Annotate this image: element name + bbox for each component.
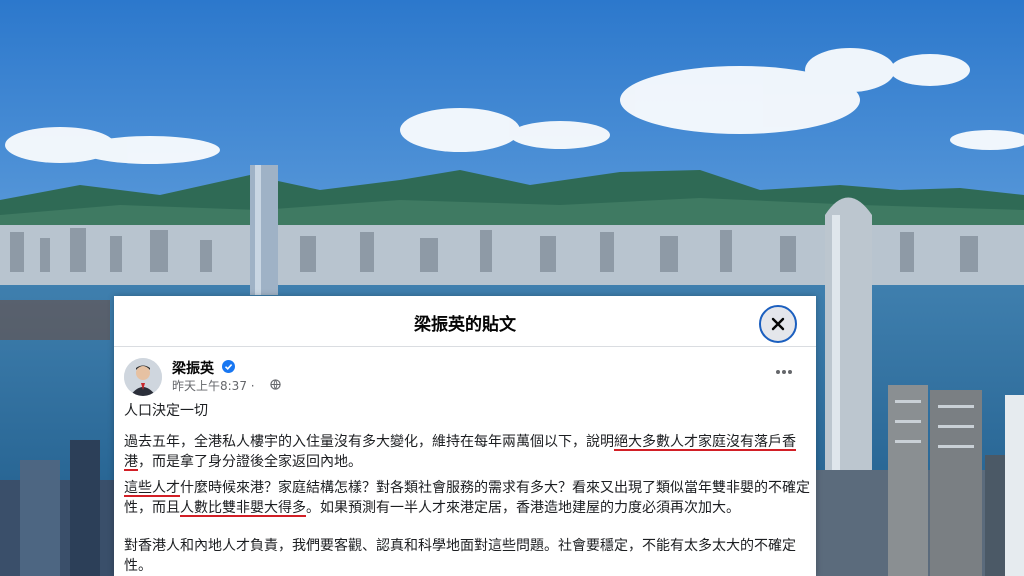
underlined-highlight: 這些人才 xyxy=(124,480,180,496)
paragraph-text: 。如果預測有一半人才來港定居，香港造地建屋的力度必須再次加大。 xyxy=(306,500,740,516)
author-name[interactable]: 梁振英 xyxy=(172,358,214,378)
underlined-highlight: 人數比雙非嬰大得多 xyxy=(180,500,306,516)
author-portrait xyxy=(124,358,162,396)
paragraph-text: 人口決定一切 xyxy=(124,403,208,419)
close-button[interactable] xyxy=(759,305,797,343)
post-paragraph-1: 人口決定一切 xyxy=(124,401,812,421)
avatar[interactable] xyxy=(124,358,162,396)
post-paragraph-2: 過去五年，全港私人樓宇的入住量沒有多大變化，維持在每年兩萬個以下，說明絕大多數人… xyxy=(124,432,812,472)
close-icon xyxy=(771,317,785,331)
dialog-divider xyxy=(114,346,816,347)
verified-badge-icon xyxy=(222,360,235,373)
post-paragraph-4: 對香港人和內地人才負責，我們要客觀、認真和科學地面對這些問題。社會要穩定，不能有… xyxy=(124,536,812,576)
post-dialog: 梁振英的貼文 梁振英 昨天上午8:37 · 人口決定一切 過去五年，全港私人樓宇… xyxy=(114,296,816,576)
globe-icon xyxy=(270,379,281,390)
paragraph-text: 對香港人和內地人才負責，我們要客觀、認真和科學地面對這些問題。社會要穩定，不能有… xyxy=(124,538,796,574)
post-timestamp[interactable]: 昨天上午8:37 · xyxy=(172,377,255,394)
dialog-title: 梁振英的貼文 xyxy=(414,315,516,335)
more-options-button[interactable] xyxy=(764,360,804,384)
paragraph-text: 過去五年，全港私人樓宇的入住量沒有多大變化，維持在每年兩萬個以下，說明 xyxy=(124,434,614,450)
paragraph-text: ，而是拿了身分證後全家返回內地。 xyxy=(138,454,362,470)
more-options-icon xyxy=(776,370,792,374)
post-paragraph-3: 這些人才什麼時候來港？家庭結構怎樣？對各類社會服務的需求有多大？看來又出現了類似… xyxy=(124,478,812,518)
